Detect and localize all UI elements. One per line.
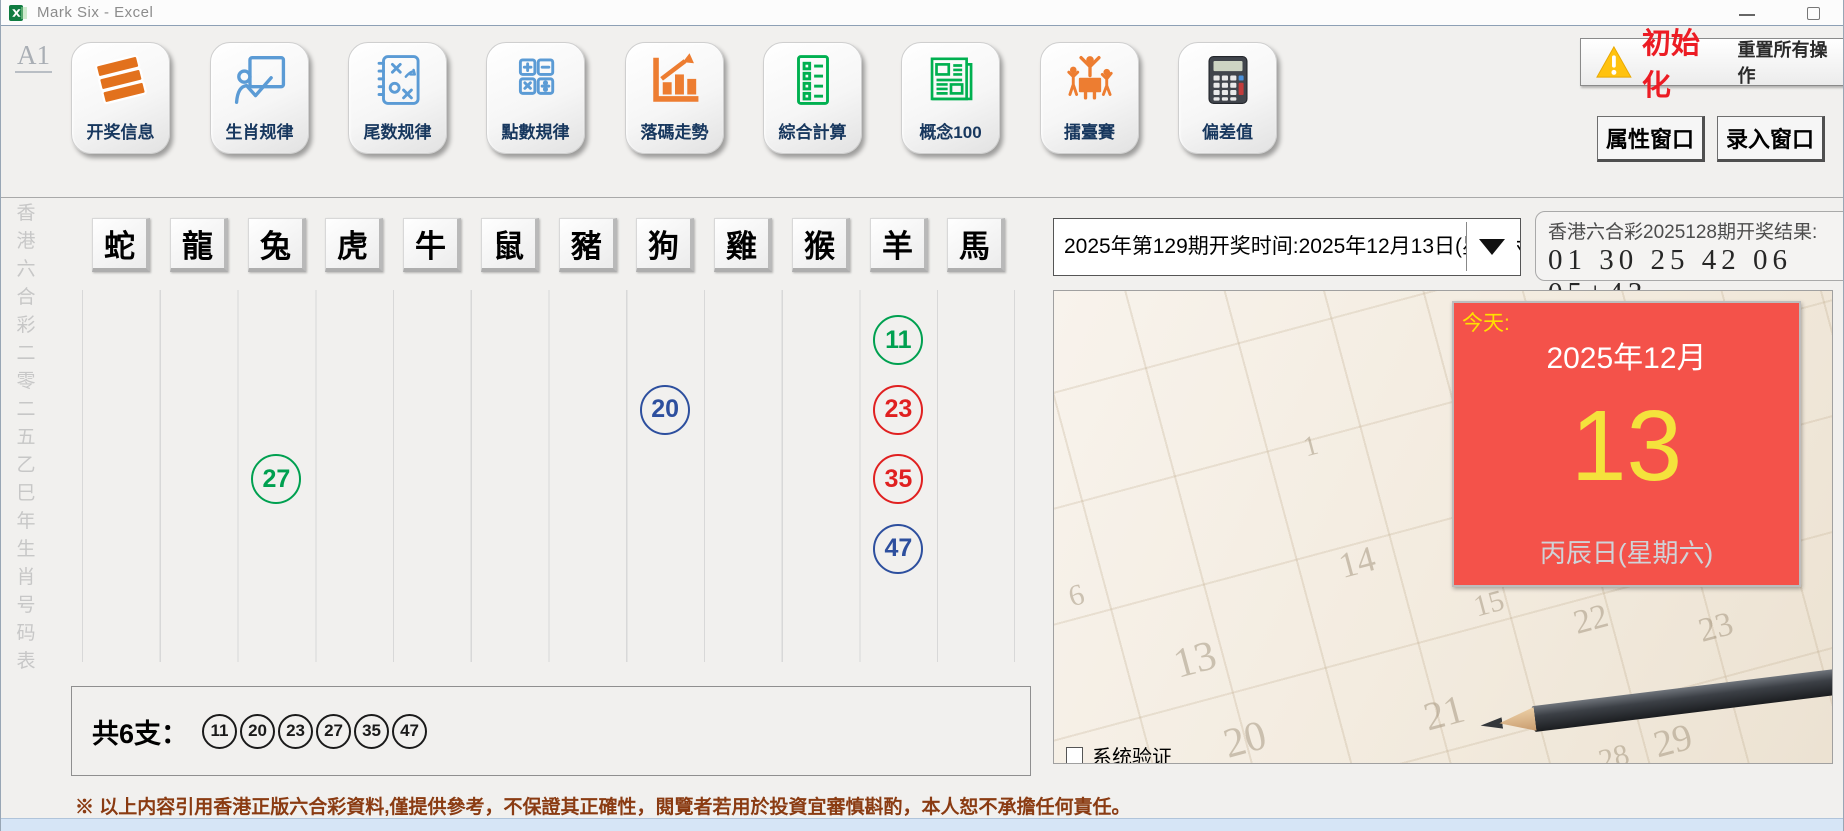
summary-ball: 47 — [392, 714, 427, 749]
presenter-board-icon — [231, 51, 289, 109]
grid-ball: 20 — [640, 385, 690, 435]
zodiac-button-rooster[interactable]: 雞 — [714, 218, 772, 272]
toolbar-label: 點數規律 — [487, 118, 584, 143]
minimize-icon[interactable] — [1739, 14, 1755, 16]
zodiac-button-rat[interactable]: 鼠 — [481, 218, 539, 272]
zodiac-button-snake[interactable]: 蛇 — [92, 218, 150, 272]
calculator-icon — [1199, 51, 1257, 109]
today-calendar-card: 今天: 2025年12月 13 丙辰日(星期六) — [1452, 301, 1801, 587]
app-window: Mark Six - Excel A1 开奖信息 生肖规律 尾数规律 點數規律 … — [0, 0, 1844, 831]
faint-calendar-number: 14 — [1334, 537, 1380, 587]
toolbar-label: 綜合計算 — [764, 118, 861, 143]
grid-ball: 23 — [873, 385, 923, 435]
toolbar-button-arena[interactable]: 擂臺賽 — [1040, 42, 1139, 154]
last-result-panel: 香港六合彩2025128期开奖结果: 01 30 25 42 06 05+43 — [1535, 211, 1844, 281]
toolbar-button-zodiac-rules[interactable]: 生肖规律 — [210, 42, 309, 154]
draw-period-dropdown[interactable]: 2025年第129期开奖时间:2025年12月13日(星期六) — [1053, 218, 1521, 276]
zodiac-button-rabbit[interactable]: 兔 — [248, 218, 306, 272]
toolbar-label: 擂臺賽 — [1041, 118, 1138, 143]
zodiac-button-horse[interactable]: 馬 — [947, 218, 1005, 272]
summary-prefix: 共6支： — [92, 712, 188, 751]
calendar-month: 2025年12月 — [1454, 333, 1799, 377]
title-bar: Mark Six - Excel — [1, 0, 1843, 26]
newspaper-icon — [922, 51, 980, 109]
toolbar-label: 概念100 — [902, 118, 999, 143]
toolbar-label: 尾数规律 — [349, 118, 446, 143]
toolbar-button-deviation[interactable]: 偏差值 — [1178, 42, 1277, 154]
calendar-detail: 丙辰日(星期六) — [1454, 533, 1799, 570]
restore-icon[interactable] — [1807, 7, 1820, 20]
checklist-icon — [784, 51, 842, 109]
toolbar-button-compute[interactable]: 綜合計算 — [763, 42, 862, 154]
faint-calendar-number: 20 — [1219, 711, 1272, 764]
faint-calendar-number: 6 — [1065, 578, 1088, 615]
separator-line — [1, 197, 1844, 198]
zodiac-button-goat[interactable]: 羊 — [870, 218, 928, 272]
toolbar-label: 偏差值 — [1179, 118, 1276, 143]
faint-calendar-number: 15 — [1470, 584, 1508, 625]
zodiac-button-dog[interactable]: 狗 — [636, 218, 694, 272]
summary-box: 共6支： 11 20 23 27 35 47 — [71, 686, 1031, 776]
grid-ball: 47 — [873, 524, 923, 574]
side-vertical-caption: 香港六合彩二零二五乙巳年生肖号码表 — [13, 200, 39, 676]
books-icon — [92, 51, 150, 109]
faint-calendar-number: 1 — [1300, 430, 1322, 465]
system-verify-checkbox[interactable]: 系统验证 — [1066, 741, 1172, 764]
summary-ball: 23 — [278, 714, 313, 749]
summary-ball: 11 — [202, 714, 237, 749]
zodiac-button-ox[interactable]: 牛 — [403, 218, 461, 272]
faint-calendar-number: 28 — [1595, 738, 1633, 764]
faint-calendar-number: 22 — [1570, 597, 1613, 643]
toolbar-label: 生肖规律 — [211, 118, 308, 143]
faint-calendar-number: 21 — [1419, 685, 1470, 741]
chevron-down-icon[interactable] — [1466, 222, 1517, 271]
playbook-icon — [369, 51, 427, 109]
toolbar-label: 开奖信息 — [72, 118, 169, 143]
toolbar-button-tail-rules[interactable]: 尾数规律 — [348, 42, 447, 154]
toolbar-label: 落碼走勢 — [626, 118, 723, 143]
initialize-label: 初始化 — [1642, 20, 1729, 104]
zodiac-button-monkey[interactable]: 猴 — [792, 218, 850, 272]
math-operators-icon — [507, 51, 565, 109]
excel-icon — [8, 3, 28, 23]
bar-chart-trend-icon — [646, 51, 704, 109]
status-bar — [1, 818, 1844, 831]
window-title: Mark Six - Excel — [37, 4, 153, 21]
system-verify-label: 系统验证 — [1092, 741, 1172, 764]
toolbar-button-trend[interactable]: 落碼走勢 — [625, 42, 724, 154]
toolbar-button-draw-info[interactable]: 开奖信息 — [71, 42, 170, 154]
summary-ball: 35 — [354, 714, 389, 749]
entry-window-button[interactable]: 录入窗口 — [1717, 116, 1825, 162]
podium-winner-icon — [1061, 51, 1119, 109]
toolbar-button-points-rules[interactable]: 點數規律 — [486, 42, 585, 154]
initialize-button[interactable]: 初始化 重置所有操作 — [1580, 38, 1844, 86]
initialize-sublabel: 重置所有操作 — [1737, 36, 1844, 88]
toolbar-button-concept100[interactable]: 概念100 — [901, 42, 1000, 154]
cell-reference: A1 — [15, 40, 52, 73]
zodiac-button-pig[interactable]: 豬 — [559, 218, 617, 272]
warning-triangle-icon — [1595, 45, 1633, 79]
zodiac-button-tiger[interactable]: 虎 — [325, 218, 383, 272]
faint-calendar-number: 13 — [1169, 631, 1222, 688]
summary-ball: 27 — [316, 714, 351, 749]
faint-calendar-number: 23 — [1695, 605, 1738, 651]
draw-period-value: 2025年第129期开奖时间:2025年12月13日(星期六) — [1064, 219, 1521, 274]
calendar-day: 13 — [1454, 391, 1799, 501]
calendar-panel: 13 14 20 21 15 22 23 29 6 28 1 今天: 2025年… — [1053, 290, 1833, 764]
summary-ball: 20 — [240, 714, 275, 749]
checkbox-icon[interactable] — [1066, 747, 1083, 764]
zodiac-button-dragon[interactable]: 龍 — [170, 218, 228, 272]
last-result-title: 香港六合彩2025128期开奖结果: — [1548, 217, 1844, 244]
faint-calendar-number: 29 — [1649, 715, 1697, 764]
disclaimer-text: ※ 以上内容引用香港正版六合彩資料,僅提供參考，不保證其正確性，閱覽者若用於投資… — [75, 792, 1131, 819]
properties-window-button[interactable]: 属性窗口 — [1597, 116, 1705, 162]
